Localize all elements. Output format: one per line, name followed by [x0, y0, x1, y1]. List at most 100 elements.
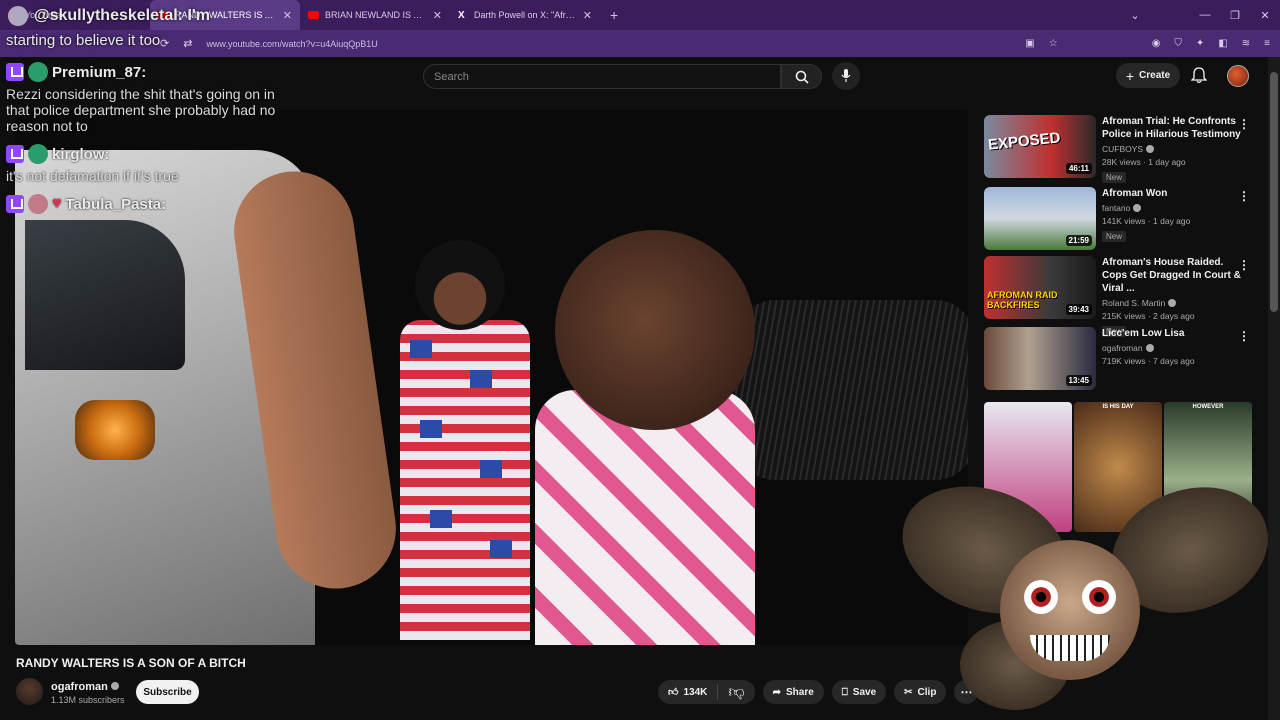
new-tab-icon[interactable]: + [600, 7, 628, 23]
dislike-button[interactable]: 👎︎ [718, 683, 754, 702]
avatar[interactable] [1227, 65, 1249, 87]
recommendation-title[interactable]: Afroman Won [1102, 187, 1242, 200]
list-item[interactable]: AFROMAN RAID BACKFIRES 39:43 Afroman's H… [984, 256, 1264, 337]
address-bar: ⟳ ⇄ www.youtube.com/watch?v=u4AiuqQpB1U … [0, 30, 1280, 57]
chevron-down-icon[interactable]: ⌄ [1120, 9, 1150, 22]
chat-username: kirglow: [52, 145, 110, 163]
tab-darth-powell[interactable]: X Darth Powell on X: "Afroman cl ✕ [450, 0, 600, 30]
x-icon: X [458, 9, 465, 21]
profile-icon[interactable]: ◉ [1152, 38, 1161, 49]
bell-icon[interactable] [1191, 67, 1207, 84]
reload-icon[interactable]: ⟳ [160, 37, 169, 50]
tab-brian-newland[interactable]: BRIAN NEWLAND IS A FLAG - Y ✕ [300, 0, 450, 30]
video-frame-doll [370, 240, 570, 640]
chat-avatar [28, 62, 48, 82]
recommendation-channel[interactable]: CUFBOYS [1102, 144, 1242, 154]
extensions-icon[interactable]: ✦ [1196, 38, 1204, 49]
like-dislike-group: 👍︎ 134K 👎︎ [658, 680, 755, 704]
scrollbar-thumb[interactable] [1270, 72, 1278, 312]
thumbs-down-icon: 👎︎ [728, 683, 745, 701]
heart-icon: ♥ [52, 195, 62, 212]
channel-name[interactable]: ogafroman [51, 681, 119, 693]
scrollbar[interactable] [1268, 57, 1280, 720]
more-vert-icon[interactable]: ⋮ [1238, 189, 1250, 203]
chat-avatar [28, 144, 48, 164]
microphone-icon [841, 69, 851, 82]
sidebar-icon[interactable]: ◧ [1218, 38, 1227, 49]
recommendation-channel[interactable]: ogafroman [1102, 343, 1242, 353]
recommendation-channel[interactable]: Roland S. Martin [1102, 298, 1242, 308]
twitch-icon [6, 145, 24, 163]
close-icon[interactable]: ✕ [283, 9, 292, 22]
site-info-icon[interactable]: ⇄ [183, 37, 192, 50]
video-thumbnail[interactable]: AFROMAN RAID BACKFIRES 39:43 [984, 256, 1096, 319]
share-button[interactable]: ➦ Share [762, 680, 824, 704]
close-icon[interactable]: ✕ [433, 9, 442, 22]
twitch-icon [6, 63, 24, 81]
search-button[interactable] [781, 64, 822, 89]
chat-text: it's not defamation if it's true [6, 168, 179, 184]
more-vert-icon[interactable]: ⋮ [1238, 329, 1250, 343]
minimize-icon[interactable]: — [1190, 9, 1220, 21]
list-item[interactable]: 21:59 Afroman Won fantano 141K views · 1… [984, 187, 1264, 251]
address-actions: ▣ ☆ ◉ ⛉ ✦ ◧ ≋ ≡ [1025, 30, 1270, 57]
close-icon[interactable]: ✕ [583, 9, 592, 22]
chat-text: Rezzi considering the shit that's going … [6, 86, 276, 134]
create-label: Create [1139, 70, 1171, 81]
subscribe-button[interactable]: Subscribe [136, 680, 199, 704]
star-icon[interactable]: ☆ [1049, 38, 1058, 49]
video-thumbnail[interactable]: 13:45 [984, 327, 1096, 390]
overlay-subtext: starting to believe it too [6, 32, 161, 49]
video-info: Licc'em Low Lisa ogafroman 719K views · … [1102, 327, 1242, 366]
recommendation-title[interactable]: Licc'em Low Lisa [1102, 327, 1242, 340]
channel-avatar[interactable] [16, 678, 43, 705]
recommendation-title[interactable]: Afroman Trial: He Confronts Police in Hi… [1102, 115, 1242, 141]
cast-icon[interactable]: ▣ [1025, 38, 1034, 49]
verified-icon [1146, 145, 1155, 153]
recommendation-meta: 28K views · 1 day ago [1102, 157, 1186, 167]
duration-badge: 39:43 [1065, 304, 1092, 315]
voice-search-button[interactable] [832, 62, 860, 90]
shield-icon[interactable]: ⛉ [1174, 38, 1182, 49]
skull-avatar [8, 6, 28, 26]
share-icon: ➦ [772, 686, 781, 698]
window-controls: ⌄ — ❐ ✕ [1120, 0, 1280, 30]
bookmark-icon: ⎕ [841, 686, 848, 698]
overlay-username: @skullytheskeletal: I'm [8, 6, 210, 26]
wifi-icon[interactable]: ≋ [1242, 38, 1250, 49]
search-input[interactable]: Search [423, 64, 781, 89]
close-window-icon[interactable]: ✕ [1250, 9, 1280, 22]
tab-label: Darth Powell on X: "Afroman cl [474, 10, 577, 20]
recommendation-meta: 719K views · 7 days ago [1102, 356, 1195, 366]
verified-icon [110, 682, 119, 690]
chat-avatar [28, 194, 48, 214]
youtube-icon [308, 11, 319, 19]
chat-message: ♥ Tabula_Pasta: [0, 192, 300, 216]
video-frame-face [555, 230, 755, 430]
duration-badge: 13:45 [1065, 375, 1092, 386]
video-info: Afroman Trial: He Confronts Police in Hi… [1102, 115, 1242, 185]
list-item[interactable]: 13:45 Licc'em Low Lisa ogafroman 719K vi… [984, 327, 1264, 391]
like-button[interactable]: 👍︎ 134K [658, 684, 719, 700]
video-thumbnail[interactable]: EXPOSED 46:11 [984, 115, 1096, 178]
maximize-icon[interactable]: ❐ [1220, 9, 1250, 22]
twitch-icon [6, 195, 24, 213]
video-thumbnail[interactable]: 21:59 [984, 187, 1096, 250]
create-button[interactable]: + Create [1116, 63, 1180, 88]
chat-message: Premium_87: Rezzi considering the shit t… [0, 60, 290, 136]
chat-overlay: Premium_87: Rezzi considering the shit t… [0, 60, 300, 216]
chat-username: Tabula_Pasta: [65, 195, 167, 213]
search-icon [795, 70, 809, 84]
more-vert-icon[interactable]: ⋮ [1238, 258, 1250, 272]
recommendation-channel[interactable]: fantano [1102, 203, 1242, 213]
save-button[interactable]: ⎕ Save [831, 680, 887, 704]
video-info: Afroman Won fantano 141K views · 1 day a… [1102, 187, 1242, 244]
list-item[interactable]: EXPOSED 46:11 Afroman Trial: He Confront… [984, 115, 1264, 183]
thumbs-up-icon: 👍︎ [668, 687, 679, 698]
video-frame-hair [735, 300, 968, 480]
duration-badge: 46:11 [1065, 163, 1092, 174]
more-vert-icon[interactable]: ⋮ [1238, 117, 1250, 131]
recommendation-title[interactable]: Afroman's House Raided. Cops Get Dragged… [1102, 256, 1242, 295]
menu-icon[interactable]: ≡ [1264, 38, 1270, 49]
url-field[interactable]: www.youtube.com/watch?v=u4AiuqQpB1U [206, 39, 377, 49]
